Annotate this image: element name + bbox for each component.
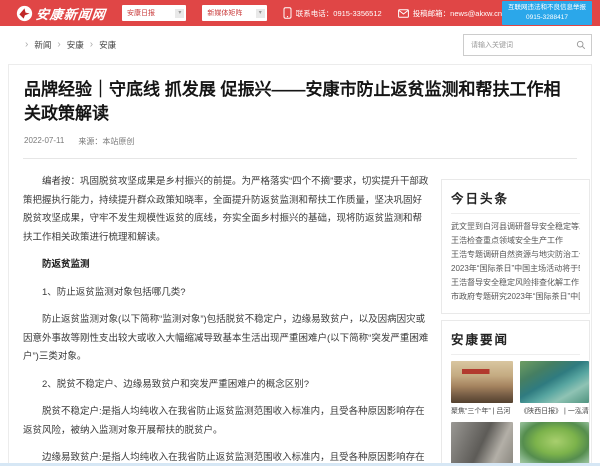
article-paragraph: 脱贫不稳定户:是指人均纯收入在我省防止返贫监测范围收入标准内，且受各种原因影响存… bbox=[23, 403, 429, 440]
report-line2: 0915-3288417 bbox=[508, 13, 586, 23]
headline-link[interactable]: 武文罡到白河县调研督导安全稳定等工作 bbox=[451, 220, 580, 234]
news-grid: 聚焦“三个年” | 吕河《陕西日报》 | 一泓清文明有我·凡人善举 |“两山”理… bbox=[451, 361, 580, 464]
article-paragraph: 1、防止返贫监测对象包括哪几类? bbox=[23, 284, 429, 303]
article-paragraph: 防止返贫监测对象(以下简称“监测对象”)包括脱贫不稳定户，边缘易致贫户，以及因病… bbox=[23, 311, 429, 367]
report-line1: 互联网违法和不良信息举报 bbox=[508, 3, 586, 13]
lake-aerial-photo bbox=[520, 361, 589, 403]
publish-date: 2022-07-11 bbox=[24, 136, 64, 147]
headline-link[interactable]: 市政府专题研究2023年“国际茶日”中国主 bbox=[451, 290, 580, 304]
headline-list: 武文罡到白河县调研督导安全稳定等工作王浩检查重点领域安全生产工作王浩专题调研自然… bbox=[451, 220, 580, 304]
chevron-down-icon: ▾ bbox=[256, 9, 265, 18]
news-card[interactable]: “两山”理论的安康实 bbox=[520, 422, 589, 464]
article-paragraph: 编者按：巩固脱贫攻坚成果是乡村振兴的前提。为严格落实“四个不摘”要求，切实提升干… bbox=[23, 173, 429, 247]
local-news-title: 安康要闻 bbox=[451, 329, 580, 355]
search-icon[interactable] bbox=[576, 40, 586, 50]
article-card: 品牌经验｜守底线 抓发展 促振兴——安康市防止返贫监测和帮扶工作相关政策解读 2… bbox=[8, 64, 592, 464]
news-card[interactable]: 文明有我·凡人善举 | bbox=[451, 422, 513, 464]
street-photo bbox=[451, 422, 513, 464]
article-meta: 2022-07-11 来源：本站原创 bbox=[24, 136, 576, 147]
daily-paper-select[interactable]: 安康日报 ▾ bbox=[122, 5, 186, 21]
mail-icon bbox=[398, 9, 409, 18]
section-heading: 防返贫监测 bbox=[23, 256, 429, 275]
email-label: 投稿邮箱：news@akxw.cn bbox=[413, 8, 502, 19]
island-aerial-photo bbox=[520, 422, 589, 464]
sidebar: 今日头条 武文罡到白河县调研督导安全稳定等工作王浩检查重点领域安全生产工作王浩专… bbox=[441, 159, 590, 464]
search-input[interactable] bbox=[469, 41, 576, 50]
article-title: 品牌经验｜守底线 抓发展 促振兴——安康市防止返贫监测和帮扶工作相关政策解读 bbox=[24, 78, 576, 126]
headlines-title: 今日头条 bbox=[451, 188, 580, 214]
article-body: 编者按：巩固脱贫攻坚成果是乡村振兴的前提。为严格落实“四个不摘”要求，切实提升干… bbox=[15, 159, 441, 464]
breadcrumb-row: › 新闻 › 安康 › 安康 bbox=[0, 26, 600, 64]
breadcrumb-item[interactable]: 安康 bbox=[99, 39, 116, 51]
meeting-photo bbox=[451, 361, 513, 403]
news-caption: 聚焦“三个年” | 吕河 bbox=[451, 406, 513, 416]
headline-link[interactable]: 王浩督导安全稳定风险排查化解工作 bbox=[451, 276, 580, 290]
chevron-right-icon: › bbox=[90, 40, 93, 50]
local-news-box: 安康要闻 聚焦“三个年” | 吕河《陕西日报》 | 一泓清文明有我·凡人善举 |… bbox=[441, 320, 590, 464]
chevron-right-icon: › bbox=[57, 40, 60, 50]
article-paragraph: 边缘易致贫户:是指人均纯收入在我省防止返贫监测范围收入标准内，且受各种原因影响存… bbox=[23, 449, 429, 464]
chevron-right-icon: › bbox=[25, 40, 28, 50]
chevron-down-icon: ▾ bbox=[175, 9, 184, 18]
daily-paper-select-label: 安康日报 bbox=[127, 8, 155, 18]
headline-link[interactable]: 王浩专题调研自然资源与地灾防治工作 bbox=[451, 248, 580, 262]
article-paragraph: 2、脱贫不稳定户、边缘易致贫户和突发严重困难户的概念区别? bbox=[23, 376, 429, 395]
headlines-box: 今日头条 武文罡到白河县调研督导安全稳定等工作王浩检查重点领域安全生产工作王浩专… bbox=[441, 179, 590, 314]
headline-link[interactable]: 2023年“国际茶日”中国主场活动将于5月 bbox=[451, 262, 580, 276]
breadcrumb-item[interactable]: 新闻 bbox=[34, 39, 51, 51]
news-card[interactable]: 《陕西日报》 | 一泓清 bbox=[520, 361, 589, 416]
search-box bbox=[463, 34, 592, 56]
headline-link[interactable]: 王浩检查重点领域安全生产工作 bbox=[451, 234, 580, 248]
page: 安康新闻网 安康日报 ▾ 新媒体矩阵 ▾ 联系电话：0915-3356512 投… bbox=[0, 0, 600, 466]
site-logo[interactable]: 安康新闻网 bbox=[16, 4, 106, 23]
news-caption: 《陕西日报》 | 一泓清 bbox=[520, 406, 589, 416]
news-card[interactable]: 聚焦“三个年” | 吕河 bbox=[451, 361, 513, 416]
logo-bird-icon bbox=[16, 5, 33, 22]
phone-icon bbox=[283, 7, 292, 19]
media-matrix-select-label: 新媒体矩阵 bbox=[207, 8, 242, 18]
logo-text: 安康新闻网 bbox=[35, 4, 107, 23]
breadcrumb: › 新闻 › 安康 › 安康 bbox=[25, 39, 116, 51]
email-contact: 投稿邮箱：news@akxw.cn bbox=[398, 8, 502, 19]
top-header-bar: 安康新闻网 安康日报 ▾ 新媒体矩阵 ▾ 联系电话：0915-3356512 投… bbox=[0, 0, 600, 26]
phone-label: 联系电话：0915-3356512 bbox=[296, 8, 382, 19]
media-matrix-select[interactable]: 新媒体矩阵 ▾ bbox=[202, 5, 266, 21]
phone-contact: 联系电话：0915-3356512 bbox=[283, 7, 382, 19]
breadcrumb-item[interactable]: 安康 bbox=[67, 39, 84, 51]
source-label: 来源：本站原创 bbox=[78, 136, 134, 147]
content-columns: 编者按：巩固脱贫攻坚成果是乡村振兴的前提。为严格落实“四个不摘”要求，切实提升干… bbox=[9, 159, 591, 464]
report-button[interactable]: 互联网违法和不良信息举报 0915-3288417 bbox=[502, 1, 592, 25]
